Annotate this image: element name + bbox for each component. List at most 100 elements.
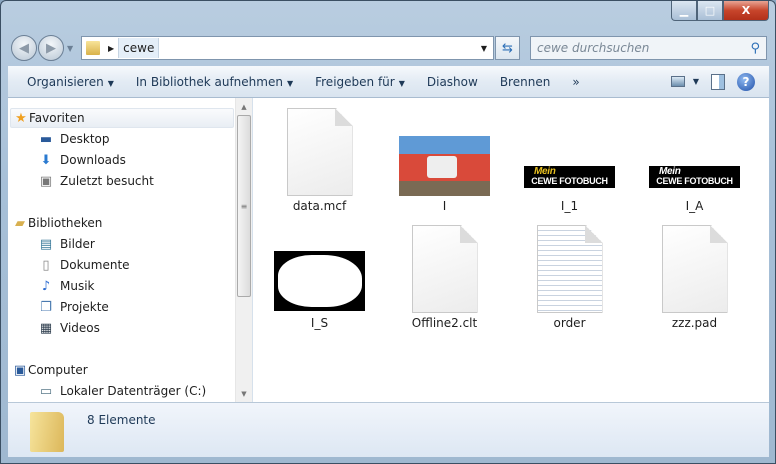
sidebar-item-local-disk[interactable]: ▭ Lokaler Datenträger (C:) <box>38 381 206 401</box>
navigation-buttons: ◀ ▶ ▼ <box>11 35 73 61</box>
share-with-label: Freigeben für <box>315 74 395 89</box>
forward-arrow-icon: ▶ <box>46 40 56 56</box>
videos-icon: ▦ <box>39 320 53 336</box>
file-name: I <box>442 199 447 213</box>
file-item[interactable]: Offline2.clt <box>382 215 507 331</box>
sidebar-item-documents[interactable]: ▯ Dokumente <box>38 255 130 275</box>
cloud-mask-thumbnail <box>274 251 365 311</box>
desktop-icon: ▬ <box>39 131 53 147</box>
sidebar-item-music[interactable]: ♪ Musik <box>38 276 95 296</box>
view-options-dropdown-icon[interactable]: ▼ <box>693 77 699 86</box>
sidebar-item-videos[interactable]: ▦ Videos <box>38 318 100 338</box>
file-item[interactable]: I <box>382 98 507 214</box>
downloads-label: Downloads <box>60 153 126 167</box>
desktop-label: Desktop <box>60 132 110 146</box>
minimize-button[interactable]: ▁ <box>671 1 697 21</box>
computer-label: Computer <box>28 363 88 377</box>
train-photo-thumbnail <box>399 136 490 196</box>
sidebar-item-projects[interactable]: ❐ Projekte <box>38 297 109 317</box>
scroll-down-icon[interactable]: ▼ <box>236 385 252 402</box>
document-icon <box>411 225 478 313</box>
forward-button[interactable]: ▶ <box>38 35 64 61</box>
include-in-library-button[interactable]: In Bibliothek aufnehmen ▼ <box>125 75 304 89</box>
breadcrumb-separator-icon[interactable]: ▶ <box>108 44 114 53</box>
slideshow-button[interactable]: Diashow <box>416 75 489 89</box>
more-commands-button[interactable]: » <box>561 75 590 89</box>
document-icon <box>661 225 728 313</box>
organize-label: Organisieren <box>27 74 104 89</box>
file-item[interactable]: order <box>507 215 632 331</box>
change-view-icon[interactable] <box>670 76 685 87</box>
address-dropdown-icon[interactable]: ▼ <box>481 44 487 53</box>
file-item[interactable]: Mein CEWE FOTOBUCH I_A <box>632 98 757 214</box>
file-item[interactable]: Mein CEWE FOTOBUCH I_1 <box>507 98 632 214</box>
document-icon <box>286 108 353 196</box>
local-disk-label: Lokaler Datenträger (C:) <box>60 384 207 398</box>
cewe-logo-thumbnail: Mein CEWE FOTOBUCH <box>649 166 740 188</box>
drive-icon: ▭ <box>39 383 53 399</box>
recent-label: Zuletzt besucht <box>60 174 154 188</box>
close-button[interactable]: X <box>723 1 769 21</box>
sidebar-item-pictures[interactable]: ▤ Bilder <box>38 234 95 254</box>
folder-icon <box>30 412 64 452</box>
scrollbar-thumb[interactable]: ≡ <box>237 115 251 297</box>
burn-button[interactable]: Brennen <box>489 75 561 89</box>
chevron-down-icon: ▼ <box>286 78 294 88</box>
organize-button[interactable]: Organisieren ▼ <box>16 75 125 89</box>
downloads-icon: ⬇ <box>40 152 52 168</box>
logo-text-mein: Mein <box>659 166 681 177</box>
file-item[interactable]: data.mcf <box>257 98 382 214</box>
pictures-label: Bilder <box>60 237 95 251</box>
file-name: data.mcf <box>292 199 347 213</box>
navigation-scrollbar[interactable]: ▲ ≡ ▼ <box>235 98 252 402</box>
share-with-button[interactable]: Freigeben für ▼ <box>304 75 416 89</box>
sidebar-item-libraries[interactable]: ▰ Bibliotheken <box>10 213 234 233</box>
text-file-icon <box>536 225 603 313</box>
music-icon: ♪ <box>41 278 51 294</box>
refresh-button[interactable]: ⇆ <box>495 36 520 60</box>
search-box[interactable]: ⚲ <box>530 36 767 60</box>
file-item[interactable]: zzz.pad <box>632 215 757 331</box>
documents-label: Dokumente <box>60 258 130 272</box>
sidebar-item-desktop[interactable]: ▬ Desktop <box>38 129 110 149</box>
main-area: ★ Favoriten ▬ Desktop ⬇ Downloads ▣ Zuletzt … <box>8 98 769 402</box>
projects-label: Projekte <box>60 300 109 314</box>
file-name: zzz.pad <box>671 316 718 330</box>
file-name: Offline2.clt <box>411 316 478 330</box>
folder-icon <box>86 41 100 55</box>
back-button[interactable]: ◀ <box>11 35 37 61</box>
maximize-button[interactable]: □ <box>697 1 723 21</box>
item-count: 8 Elemente <box>87 413 156 427</box>
window-controls: ▁ □ X <box>671 1 769 21</box>
recent-pages-dropdown[interactable]: ▼ <box>67 44 73 53</box>
libraries-icon: ▰ <box>15 215 25 231</box>
address-bar[interactable]: ▶ cewe ▼ <box>81 36 494 60</box>
libraries-label: Bibliotheken <box>28 216 103 230</box>
documents-icon: ▯ <box>42 257 50 273</box>
cewe-logo-thumbnail: Mein CEWE FOTOBUCH <box>524 166 615 188</box>
navigation-pane: ★ Favoriten ▬ Desktop ⬇ Downloads ▣ Zuletzt … <box>8 98 253 402</box>
help-icon[interactable]: ? <box>737 72 755 91</box>
favorites-label: Favoriten <box>29 111 85 125</box>
search-icon[interactable]: ⚲ <box>750 41 760 56</box>
sidebar-item-favorites[interactable]: ★ Favoriten <box>10 108 234 128</box>
file-name: order <box>553 316 586 330</box>
videos-label: Videos <box>60 321 100 335</box>
preview-pane-icon[interactable] <box>711 73 725 90</box>
chevron-down-icon: ▼ <box>398 78 405 88</box>
file-name: I_S <box>310 316 329 330</box>
explorer-window: ▁ □ X ◀ ▶ ▼ ▶ cewe ▼ ⇆ ⚲ Organisieren▼ I… <box>0 0 776 464</box>
search-input[interactable] <box>537 41 737 55</box>
file-item[interactable]: I_S <box>257 215 382 331</box>
sidebar-item-recent[interactable]: ▣ Zuletzt besucht <box>38 171 154 191</box>
file-name: I_1 <box>560 199 579 213</box>
command-bar: Organisieren ▼ In Bibliothek aufnehmen ▼ F… <box>8 66 769 98</box>
sidebar-item-downloads[interactable]: ⬇ Downloads <box>38 150 126 170</box>
scroll-up-icon[interactable]: ▲ <box>236 98 252 115</box>
recent-places-icon: ▣ <box>39 173 53 189</box>
projects-icon: ❐ <box>40 299 52 315</box>
pictures-icon: ▤ <box>39 236 53 252</box>
breadcrumb-cewe[interactable]: cewe <box>118 38 160 58</box>
music-label: Musik <box>60 279 95 293</box>
sidebar-item-computer[interactable]: ▣ Computer <box>10 360 234 380</box>
